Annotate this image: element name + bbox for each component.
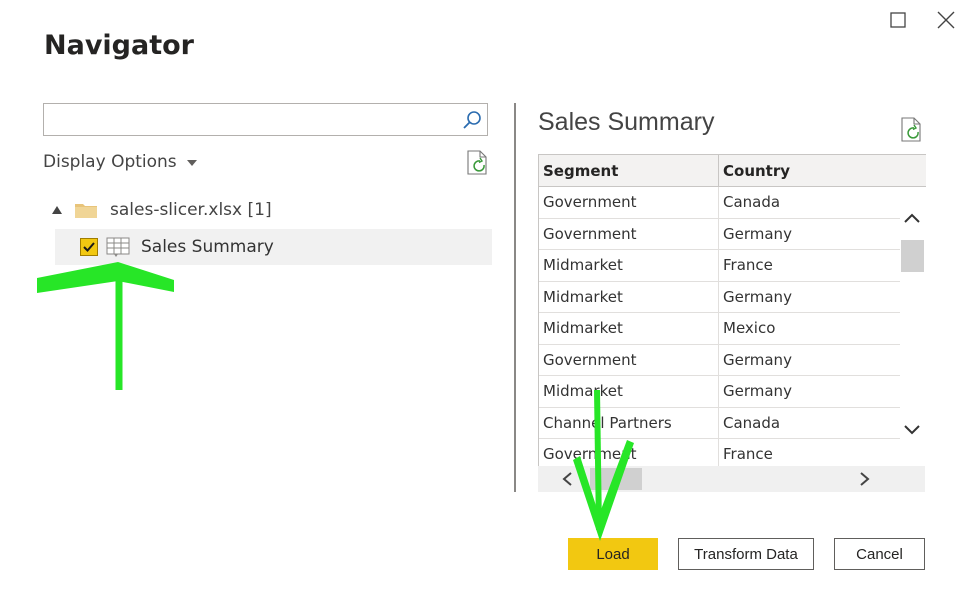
table-cell: Midmarket [539,376,719,407]
annotation-arrow-up-head [37,262,174,293]
table-row: Midmarket France [539,250,901,282]
check-icon [83,242,95,252]
table-body: Government Canada Government Germany Mid… [539,187,901,467]
table-cell: Germany [723,350,792,369]
chevron-down-icon [186,160,197,166]
table-cell: Channel Partners [539,407,719,439]
cancel-button[interactable]: Cancel [834,538,925,570]
search-box [43,103,488,136]
table-cell: France [723,256,773,274]
chevron-right-icon[interactable] [858,471,872,487]
refresh-icon[interactable] [900,117,924,143]
chevron-up-icon[interactable] [902,211,922,225]
preview-table: Segment Country Government Canada Govern… [538,154,926,467]
table-cell: Midmarket [539,250,719,281]
refresh-icon[interactable] [466,150,490,176]
search-icon[interactable] [461,109,483,131]
table-row: Channel Partners Canada [539,407,901,439]
table-row: Government Germany [539,344,901,376]
folder-icon [75,204,97,218]
item-checkbox[interactable] [80,238,98,256]
table-header: Segment Country [539,155,926,187]
table-row: Midmarket Germany [539,376,901,408]
table-cell: Government [539,218,719,250]
table-row: Government Germany [539,218,901,250]
table-row: Midmarket Germany [539,281,901,313]
search-input[interactable] [44,104,470,135]
chevron-down-icon[interactable] [902,423,922,437]
maximize-button[interactable] [884,6,912,34]
folder-label: sales-slicer.xlsx [1] [110,200,272,220]
close-button[interactable] [932,6,960,34]
table-icon [106,237,130,257]
table-cell: Government [539,344,719,376]
pane-divider[interactable] [514,103,516,492]
tree-item-sales-summary[interactable]: Sales Summary [55,229,492,265]
table-cell: Germany [723,224,792,243]
close-icon [937,11,955,29]
horizontal-scrollbar[interactable] [538,466,925,492]
table-cell: Midmarket [539,313,719,344]
maximize-icon [890,12,906,28]
expand-icon[interactable] [52,206,62,214]
table-cell: Canada [723,193,781,211]
dialog-title: Navigator [44,30,194,61]
table-cell: Mexico [723,319,776,337]
table-cell: France [723,445,773,463]
display-options-dropdown[interactable]: Display Options [43,152,197,172]
chevron-left-icon[interactable] [560,471,574,487]
preview-title: Sales Summary [538,108,715,136]
table-cell: Government [539,439,719,467]
transform-data-button[interactable]: Transform Data [678,538,814,570]
column-header-country[interactable]: Country [719,155,926,186]
table-cell: Germany [723,287,792,306]
vertical-scroll-thumb[interactable] [901,240,924,272]
horizontal-scroll-thumb[interactable] [590,468,642,490]
table-cell: Government [539,187,719,218]
load-button[interactable]: Load [568,538,658,570]
table-cell: Canada [723,413,781,432]
table-cell: Midmarket [539,281,719,313]
column-header-segment[interactable]: Segment [539,155,719,186]
tree-folder[interactable]: sales-slicer.xlsx [1] [52,197,272,223]
table-row: Government France [539,439,901,467]
vertical-scrollbar[interactable] [900,187,925,466]
table-row: Midmarket Mexico [539,313,901,345]
table-row: Government Canada [539,187,901,219]
table-cell: Germany [723,382,792,400]
tree-item-label: Sales Summary [141,237,274,257]
display-options-label: Display Options [43,152,177,172]
